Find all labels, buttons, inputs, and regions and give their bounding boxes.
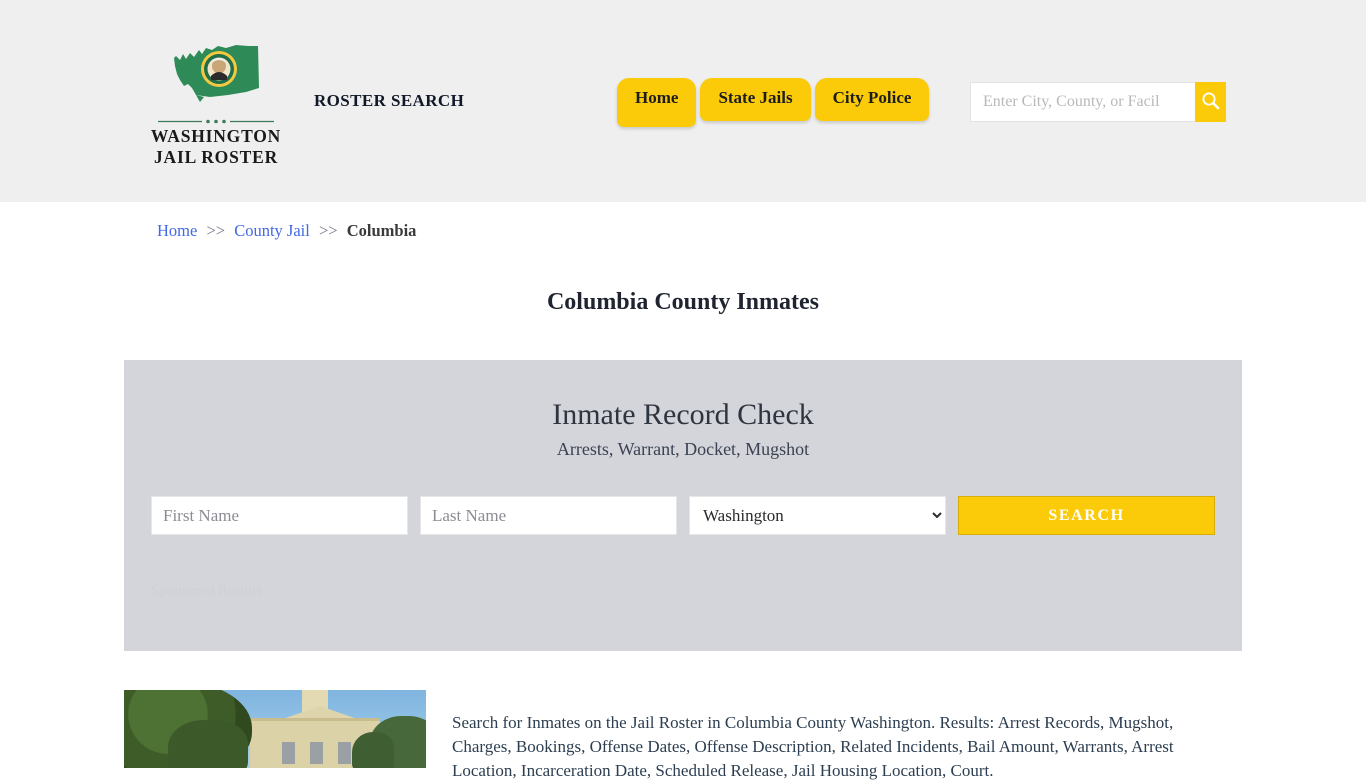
header-search-input[interactable] [970, 82, 1195, 122]
header-search-button[interactable] [1195, 82, 1226, 122]
panel-subtitle: Arrests, Warrant, Docket, Mugshot [556, 439, 810, 459]
breadcrumb-link-home[interactable]: Home [157, 221, 197, 240]
washington-state-seal-icon [166, 40, 266, 110]
photo-window [310, 742, 323, 764]
site-header: WASHINGTON JAIL ROSTER ROSTER SEARCH Hom… [0, 0, 1366, 202]
courthouse-photo [124, 690, 426, 768]
panel-title: Inmate Record Check [552, 398, 814, 431]
photo-tree-right-small [352, 732, 394, 768]
page-description: Search for Inmates on the Jail Roster in… [452, 713, 1174, 780]
photo-tree-left-lower [168, 720, 248, 768]
breadcrumb-separator: >> [206, 221, 226, 240]
breadcrumb-current: Columbia [346, 221, 417, 240]
site-tagline: ROSTER SEARCH [314, 91, 465, 110]
nav-item-city-police[interactable]: City Police [814, 78, 930, 121]
photo-window [338, 742, 351, 764]
photo-window [282, 742, 295, 764]
breadcrumb-link-county-jail[interactable]: County Jail [234, 221, 310, 240]
site-logo[interactable]: WASHINGTON JAIL ROSTER [148, 40, 284, 168]
breadcrumb: Home >> County Jail >> Columbia [157, 221, 416, 241]
header-search-form [970, 82, 1226, 122]
inmate-search-button[interactable]: SEARCH [958, 496, 1215, 535]
inmate-search-form: Washington SEARCH [151, 496, 1215, 535]
main-navigation: Home State Jails City Police [617, 78, 930, 127]
page-title: Columbia County Inmates [546, 289, 820, 316]
search-icon [1201, 91, 1220, 113]
nav-item-home[interactable]: Home [617, 78, 697, 127]
sponsored-results-label: Sponsored Results [151, 583, 263, 599]
breadcrumb-separator: >> [318, 221, 338, 240]
nav-item-state-jails[interactable]: State Jails [700, 78, 811, 121]
last-name-input[interactable] [420, 496, 677, 535]
logo-divider-icon [158, 113, 274, 124]
brand-name-line1: WASHINGTON [150, 126, 282, 146]
first-name-input[interactable] [151, 496, 408, 535]
state-select[interactable]: Washington [689, 496, 946, 535]
inmate-record-check-panel: Inmate Record Check Arrests, Warrant, Do… [124, 360, 1242, 651]
brand-name-line2: JAIL ROSTER [153, 147, 279, 167]
